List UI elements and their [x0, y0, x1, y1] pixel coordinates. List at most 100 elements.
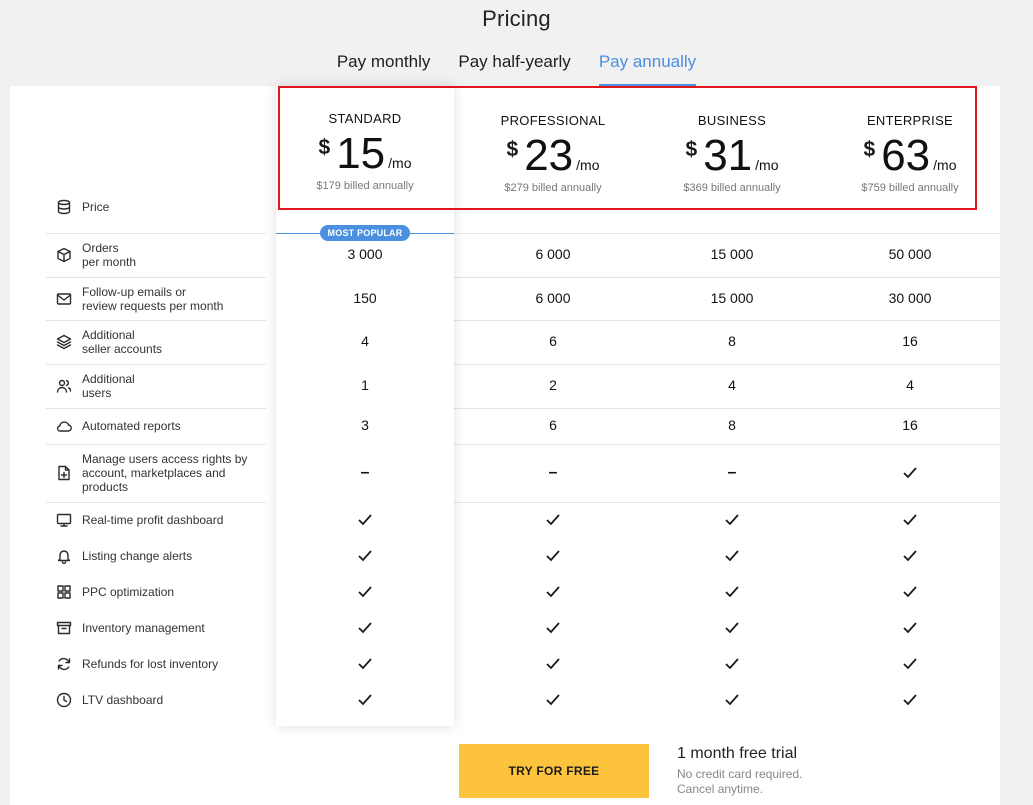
feature-row: Refunds for lost inventory [46, 646, 266, 682]
check-icon [464, 610, 642, 646]
price-period: /mo [933, 157, 957, 173]
check-icon [821, 610, 999, 646]
trial-note-no-card: No credit card required. [677, 767, 803, 781]
mail-icon [46, 291, 82, 307]
not-included-dash: – [548, 464, 558, 481]
check-icon [276, 502, 454, 538]
tab-pay-monthly[interactable]: Pay monthly [337, 52, 431, 86]
feature-price: Price [46, 195, 266, 219]
billed-note: $179 billed annually [316, 180, 414, 192]
check-icon [464, 646, 642, 682]
archive-icon [46, 620, 82, 636]
feature-value: 6 [549, 417, 557, 433]
feature-label: Real-time profit dashboard [82, 513, 224, 527]
price-period: /mo [576, 157, 600, 173]
database-icon [46, 199, 82, 215]
check-icon [821, 502, 999, 538]
price-period: /mo [388, 155, 412, 171]
currency-symbol: $ [685, 138, 698, 161]
check-icon [821, 682, 999, 718]
check-icon [464, 502, 642, 538]
feature-row: PPC optimization [46, 574, 266, 610]
feature-value: 4 [906, 377, 914, 393]
feature-label: Additional seller accounts [82, 328, 163, 356]
feature-row: Orders per month [46, 233, 266, 277]
feature-value: 6 000 [535, 289, 571, 306]
feature-value: 4 [361, 333, 369, 349]
feature-row: Additional users [46, 364, 266, 408]
feature-row: Automated reports [46, 408, 266, 444]
currency-symbol: $ [506, 138, 519, 161]
feature-row: Listing change alerts [46, 538, 266, 574]
feature-value: 16 [902, 417, 918, 433]
plan-name: BUSINESS [697, 113, 767, 128]
feature-value: 6 [549, 333, 557, 349]
price-period: /mo [755, 157, 779, 173]
check-icon [643, 502, 821, 538]
check-icon [643, 610, 821, 646]
feature-label: Orders per month [82, 241, 137, 269]
feature-value: 16 [902, 333, 918, 349]
plan-enterprise: ENTERPRISE $ 63 /mo $759 billed annually [821, 86, 999, 210]
feature-value: 8 [728, 333, 736, 349]
feature-row: Real-time profit dashboard [46, 502, 266, 538]
clock-icon [46, 692, 82, 708]
trial-title: 1 month free trial [677, 745, 798, 762]
tab-pay-half-yearly[interactable]: Pay half-yearly [458, 52, 570, 86]
box-icon [46, 247, 82, 263]
feature-value: 1 [361, 377, 369, 393]
check-icon [464, 538, 642, 574]
check-icon [643, 574, 821, 610]
feature-value: 3 [361, 417, 369, 433]
cloud-icon [46, 418, 82, 434]
feature-value: 30 000 [888, 289, 932, 306]
check-icon [276, 538, 454, 574]
price-amount: 15 [336, 129, 386, 178]
check-icon [276, 610, 454, 646]
billed-note: $759 billed annually [861, 182, 959, 194]
billed-note: $279 billed annually [504, 182, 602, 194]
price-amount: 63 [881, 131, 931, 180]
tab-pay-annually[interactable]: Pay annually [598, 52, 697, 86]
plan-name: PROFESSIONAL [500, 113, 606, 128]
page-title: Pricing [482, 6, 551, 31]
plan-professional: PROFESSIONAL $ 23 /mo $279 billed annual… [464, 86, 642, 210]
feature-label: Automated reports [82, 419, 181, 433]
currency-symbol: $ [318, 136, 331, 159]
feature-value: 8 [728, 417, 736, 433]
billing-period-tabs: Pay monthly Pay half-yearly Pay annually [0, 52, 1033, 86]
plan-price: $ 15 /mo [276, 130, 454, 178]
feature-label: Price [82, 200, 110, 214]
check-icon [821, 646, 999, 682]
users-icon [46, 378, 82, 394]
monitor-icon [46, 512, 82, 528]
check-icon [821, 444, 999, 502]
price-amount: 23 [524, 131, 574, 180]
grid-icon [46, 584, 82, 600]
check-icon [464, 682, 642, 718]
feature-row: Additional seller accounts [46, 320, 266, 364]
feature-value: 6 000 [535, 246, 571, 262]
feature-label: Manage users access rights by account, m… [82, 452, 248, 494]
feature-label: Inventory management [82, 621, 205, 635]
check-icon [821, 574, 999, 610]
feature-value: 15 000 [710, 246, 754, 262]
feature-label: Additional users [82, 372, 135, 400]
price-amount: 31 [703, 131, 753, 180]
currency-symbol: $ [863, 138, 876, 161]
feature-row: LTV dashboard [46, 682, 266, 718]
check-icon [276, 574, 454, 610]
most-popular-badge: MOST POPULAR [320, 225, 410, 241]
billed-note: $369 billed annually [683, 182, 781, 194]
check-icon [643, 538, 821, 574]
check-icon [821, 538, 999, 574]
feature-label: LTV dashboard [82, 693, 164, 707]
check-icon [276, 682, 454, 718]
trial-note-cancel: Cancel anytime. [677, 782, 764, 796]
plan-name: ENTERPRISE [866, 113, 954, 128]
feature-value: 150 [353, 289, 377, 306]
try-for-free-button[interactable]: TRY FOR FREE [459, 744, 649, 798]
feature-label: Follow-up emails or review requests per … [82, 284, 224, 313]
check-icon [643, 682, 821, 718]
feature-label: Listing change alerts [82, 549, 193, 563]
